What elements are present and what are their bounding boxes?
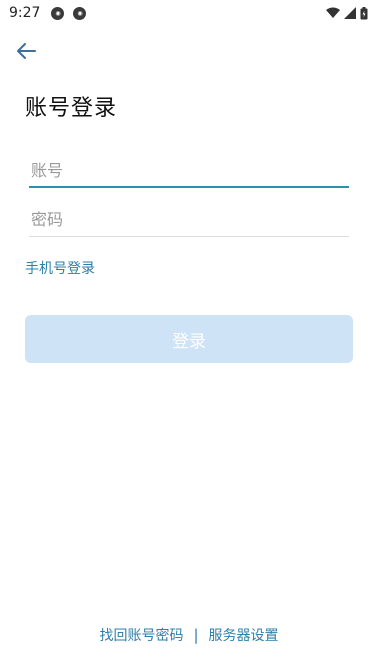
notification-icon: ◉ <box>73 6 87 20</box>
wifi-icon <box>326 7 340 18</box>
footer-links: 找回账号密码 | 服务器设置 <box>0 625 378 645</box>
footer-separator: | <box>193 626 199 644</box>
page-title: 账号登录 <box>25 96 118 121</box>
account-input[interactable] <box>29 154 349 188</box>
recover-account-link[interactable]: 找回账号密码 <box>99 625 183 645</box>
status-icons <box>326 6 368 20</box>
back-button[interactable] <box>10 36 42 66</box>
arrow-left-icon <box>17 43 36 59</box>
login-button[interactable]: 登录 <box>25 315 353 363</box>
server-settings-link[interactable]: 服务器设置 <box>209 625 279 645</box>
battery-icon <box>360 6 368 19</box>
password-input[interactable] <box>29 203 349 237</box>
notification-icon: ◉ <box>51 6 65 20</box>
status-time: 9:27 <box>9 5 41 21</box>
signal-icon <box>344 7 356 19</box>
phone-login-link[interactable]: 手机号登录 <box>25 258 95 278</box>
status-bar: 9:27 ◉ ◉ <box>0 0 378 26</box>
login-screen: 9:27 ◉ ◉ 账号登录 手机号登录 登录 找回账号密码 | 服务器 <box>0 0 378 672</box>
